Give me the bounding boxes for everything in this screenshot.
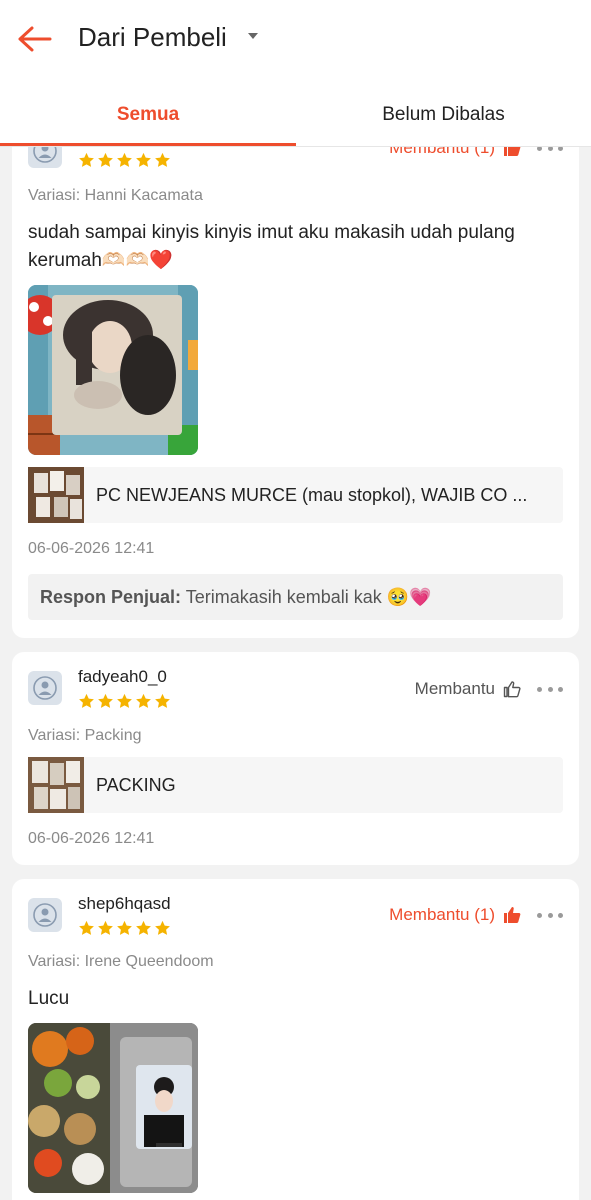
seller-response: Respon Penjual: Terimakasih kembali kak … (28, 574, 563, 620)
star-icon (117, 152, 132, 167)
review-text: sudah sampai kinyis kinyis imut aku maka… (28, 219, 548, 275)
star-rating (78, 920, 171, 937)
helpful-label: Membantu (1) (389, 905, 495, 924)
star-icon (79, 693, 94, 708)
review-photo[interactable] (28, 285, 198, 455)
star-icon (117, 920, 132, 935)
product-name: PACKING (96, 774, 176, 795)
product-link[interactable]: PC NEWJEANS MURCE (mau stopkol), WAJIB C… (28, 467, 563, 523)
star-icon (155, 693, 170, 708)
reviewer-username[interactable]: shep6hqasd (78, 894, 171, 914)
hand-heart-emoji: 🫶🏻🫶🏻 (101, 250, 150, 271)
review-date: 06-06-2026 12:41 (28, 540, 155, 557)
star-icon (155, 920, 170, 935)
product-name: PC NEWJEANS MURCE (mau stopkol), WAJIB C… (96, 484, 528, 505)
star-icon (98, 920, 113, 935)
tab-all[interactable]: Semua (0, 104, 296, 128)
review-card: shep6hqasd Membantu (1) Variasi: Irene Q… (12, 879, 579, 1200)
review-text: Lucu (28, 988, 70, 1009)
product-thumbnail (28, 467, 84, 523)
more-options-icon[interactable] (537, 911, 563, 919)
back-arrow-icon[interactable] (16, 24, 56, 54)
helpful-button[interactable]: Membantu (415, 679, 521, 699)
star-icon (79, 920, 94, 935)
thumbs-up-icon (503, 681, 521, 698)
heart-emoji: ❤️ (149, 250, 173, 271)
review-photo[interactable] (28, 1023, 198, 1193)
star-rating (78, 152, 171, 169)
reviewer-username[interactable]: fadyeah0_0 (78, 667, 167, 687)
star-icon (136, 693, 151, 708)
review-card: fadyeah0_0 Membantu Variasi: Packing PAC… (12, 652, 579, 865)
star-icon (98, 152, 113, 167)
chevron-down-icon[interactable] (248, 33, 258, 39)
more-options-icon[interactable] (537, 685, 563, 693)
star-icon (136, 920, 151, 935)
product-thumbnail (28, 757, 84, 813)
variation-text: Variasi: Packing (28, 727, 142, 744)
star-rating (78, 693, 171, 710)
app-header: Dari Pembeli Semua Belum Dibalas (0, 0, 591, 147)
active-tab-indicator (0, 143, 296, 146)
helpful-label: Membantu (414, 679, 495, 698)
user-icon (33, 676, 57, 700)
variation-text: Variasi: Irene Queendoom (28, 953, 214, 970)
page-title[interactable]: Dari Pembeli (78, 22, 227, 53)
star-icon (98, 693, 113, 708)
seller-response-label: Respon Penjual: (40, 587, 182, 607)
star-icon (155, 152, 170, 167)
star-icon (136, 152, 151, 167)
product-link[interactable]: PACKING (28, 757, 563, 813)
tab-unreplied[interactable]: Belum Dibalas (296, 104, 591, 128)
variation-text: Variasi: Hanni Kacamata (28, 187, 203, 204)
star-icon (117, 693, 132, 708)
seller-response-text: Terimakasih kembali kak 🥹💗 (185, 587, 432, 607)
helpful-button[interactable]: Membantu (1) (389, 905, 521, 925)
thumbs-up-filled-icon (504, 907, 521, 923)
review-date: 06-06-2026 12:41 (28, 830, 155, 847)
user-icon (33, 903, 57, 927)
review-card: Membantu (1) Variasi: Hanni Kacamata sud… (12, 100, 579, 638)
avatar[interactable] (28, 671, 62, 705)
star-icon (79, 152, 94, 167)
avatar[interactable] (28, 898, 62, 932)
